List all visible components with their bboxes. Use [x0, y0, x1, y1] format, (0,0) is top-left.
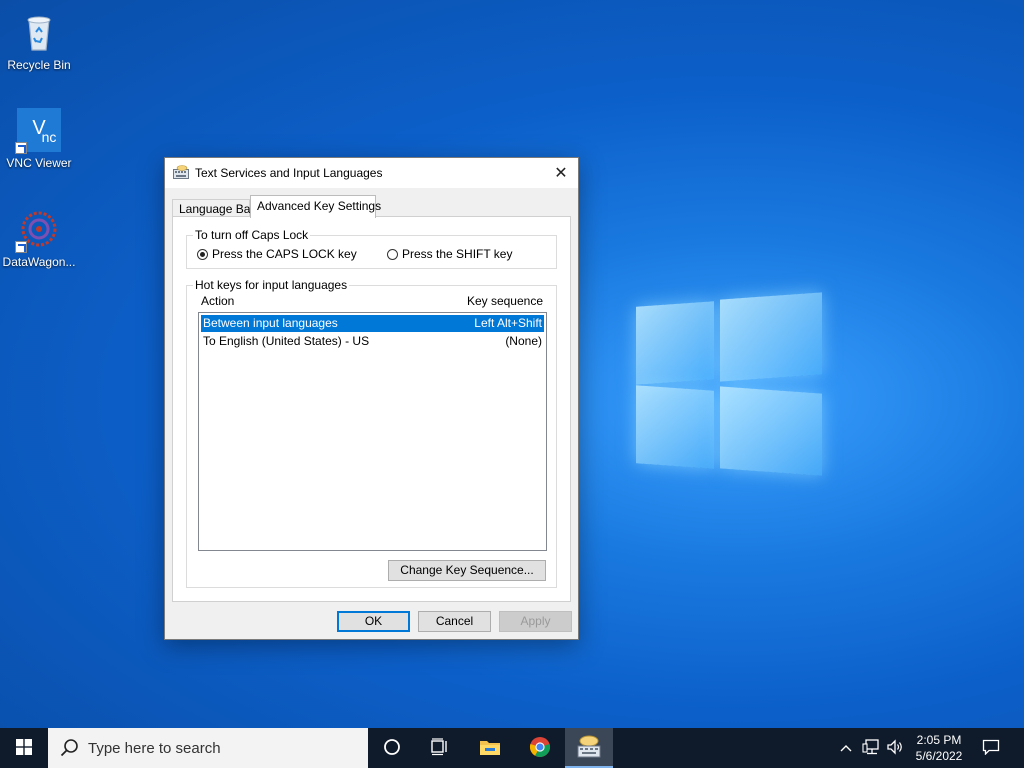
caps-lock-group-title: To turn off Caps Lock	[193, 228, 311, 242]
shortcut-arrow-icon	[15, 241, 27, 253]
action-center-button[interactable]	[978, 728, 1004, 768]
tab-advanced-key-settings[interactable]: Advanced Key Settings	[250, 195, 381, 218]
hotkey-action: To English (United States) - US	[203, 334, 370, 348]
speaker-icon	[886, 738, 904, 758]
desktop-icon-datawagon[interactable]: DataWagon...	[1, 205, 77, 269]
caps-lock-group: To turn off Caps Lock Press the CAPS LOC…	[186, 228, 557, 269]
network-icon	[862, 738, 880, 758]
task-view-icon	[430, 737, 450, 759]
network-button[interactable]	[860, 728, 882, 768]
file-explorer-button[interactable]	[466, 728, 514, 768]
notification-icon	[982, 739, 1000, 758]
change-key-sequence-button[interactable]: Change Key Sequence...	[388, 560, 546, 581]
clock-date: 5/6/2022	[915, 749, 963, 763]
column-header-key-sequence: Key sequence	[466, 294, 543, 308]
hotkeys-list[interactable]: Between input languages Left Alt+Shift T…	[198, 312, 547, 551]
taskbar-search-box[interactable]: Type here to search	[48, 728, 368, 768]
search-icon	[60, 738, 80, 758]
list-item[interactable]: To English (United States) - US (None)	[201, 333, 544, 350]
folder-icon	[479, 738, 501, 759]
cortana-button[interactable]	[368, 728, 416, 768]
list-item[interactable]: Between input languages Left Alt+Shift	[201, 315, 544, 332]
show-hidden-icons-button[interactable]	[836, 728, 856, 768]
radio-caps-lock-key[interactable]: Press the CAPS LOCK key	[197, 247, 357, 261]
desktop-icon-vnc-viewer[interactable]: V nc VNC Viewer	[1, 106, 77, 170]
dialog-title: Text Services and Input Languages	[195, 166, 383, 180]
hotkeys-group: Hot keys for input languages Action Key …	[186, 278, 557, 588]
close-button[interactable]: ✕	[544, 158, 578, 188]
desktop-icon-label: VNC Viewer	[6, 156, 72, 170]
radio-selected-indicator	[197, 248, 208, 260]
hotkeys-group-title: Hot keys for input languages	[193, 278, 350, 292]
task-view-button[interactable]	[416, 728, 464, 768]
keyboard-icon	[576, 735, 602, 762]
cortana-circle-icon	[383, 738, 401, 759]
text-services-taskbar-button[interactable]	[565, 728, 613, 768]
hotkey-action: Between input languages	[203, 316, 338, 330]
windows-wallpaper-logo	[636, 290, 822, 480]
chrome-icon	[529, 736, 551, 761]
datawagon-icon	[15, 205, 63, 253]
chrome-button[interactable]	[516, 728, 564, 768]
cancel-button[interactable]: Cancel	[418, 611, 491, 632]
radio-label: Press the SHIFT key	[402, 247, 513, 261]
dialog-titlebar[interactable]: Text Services and Input Languages ✕	[165, 158, 578, 188]
clock-time: 2:05 PM	[916, 733, 962, 747]
tab-panel-advanced-key-settings: To turn off Caps Lock Press the CAPS LOC…	[172, 216, 571, 602]
radio-label: Press the CAPS LOCK key	[212, 247, 357, 261]
vnc-viewer-icon: V nc	[15, 106, 63, 154]
taskbar-clock[interactable]: 2:05 PM 5/6/2022	[906, 732, 972, 764]
chevron-up-icon	[840, 741, 852, 755]
search-placeholder: Type here to search	[88, 739, 221, 757]
text-services-dialog: Text Services and Input Languages ✕ Lang…	[164, 157, 579, 640]
taskbar: Type here to search 2:05 PM 5/6/2022	[0, 728, 1024, 768]
radio-shift-key[interactable]: Press the SHIFT key	[387, 247, 512, 261]
volume-button[interactable]	[884, 728, 906, 768]
shortcut-arrow-icon	[15, 142, 27, 154]
desktop-icon-label: DataWagon...	[2, 255, 76, 269]
hotkey-sequence: (None)	[505, 334, 542, 348]
keyboard-icon	[173, 165, 189, 179]
recycle-bin-icon	[15, 8, 63, 56]
start-button[interactable]	[0, 728, 48, 768]
svg-text:nc: nc	[42, 129, 57, 145]
radio-indicator	[387, 248, 398, 260]
column-header-action: Action	[201, 294, 235, 308]
apply-button[interactable]: Apply	[499, 611, 572, 632]
desktop-icon-label: Recycle Bin	[7, 58, 71, 72]
desktop-icon-recycle-bin[interactable]: Recycle Bin	[1, 8, 77, 72]
close-icon: ✕	[554, 165, 568, 182]
hotkey-sequence: Left Alt+Shift	[474, 316, 542, 330]
ok-button[interactable]: OK	[337, 611, 410, 632]
tab-language-bar[interactable]: Language Bar	[172, 199, 254, 217]
windows-start-icon	[16, 738, 32, 758]
